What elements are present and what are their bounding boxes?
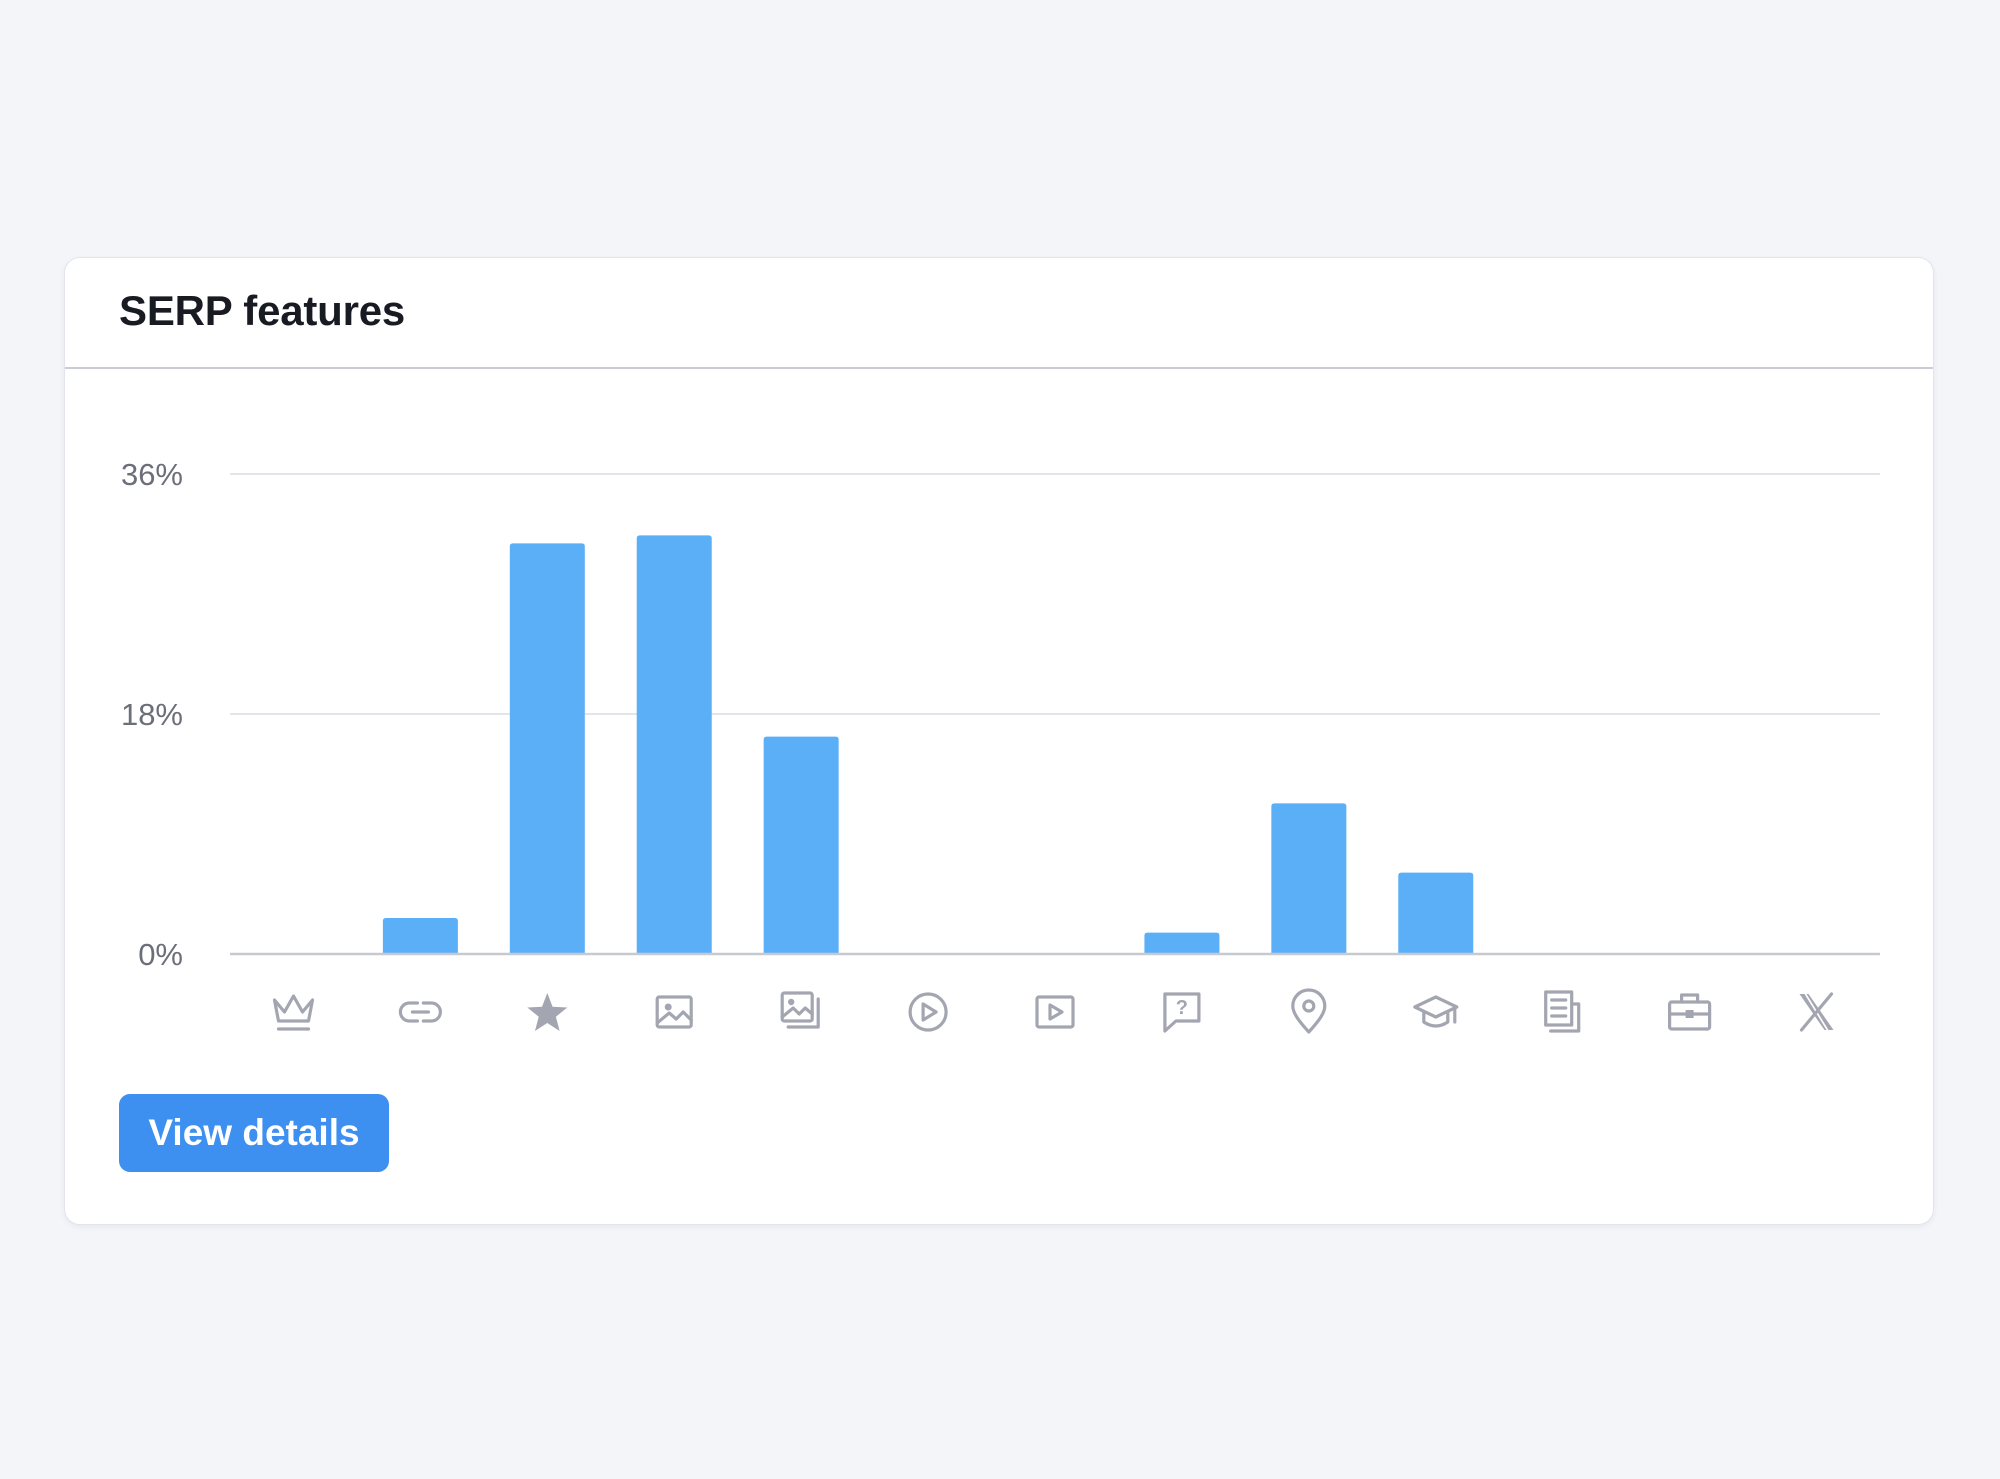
bar-sitelinks[interactable]	[382, 918, 458, 954]
image-icon[interactable]	[655, 995, 693, 1029]
bar-people-also-ask[interactable]	[1144, 932, 1220, 954]
svg-text:?: ?	[1176, 997, 1188, 1019]
video-icon[interactable]	[908, 992, 948, 1032]
people-also-ask-icon[interactable]: ?	[1163, 992, 1201, 1033]
top-stories-icon[interactable]	[1544, 990, 1581, 1033]
knowledge-panel-icon[interactable]	[1413, 995, 1459, 1028]
sitelinks-icon[interactable]	[398, 1001, 442, 1023]
bar-image-pack[interactable]	[763, 736, 839, 954]
category-icons: ?	[272, 988, 1834, 1034]
featured-video-icon[interactable]	[1035, 995, 1075, 1029]
view-details-button[interactable]: View details	[119, 1094, 389, 1172]
bar-image[interactable]	[636, 535, 712, 954]
bar-reviews[interactable]	[509, 543, 585, 954]
y-tick-label: 0%	[138, 937, 183, 972]
grid-lines	[230, 473, 1880, 715]
twitter-x-icon[interactable]	[1799, 992, 1834, 1032]
bar-knowledge-panel[interactable]	[1398, 872, 1474, 954]
bar-local-pack[interactable]	[1271, 803, 1347, 954]
local-pack-icon[interactable]	[1291, 988, 1327, 1034]
bars	[382, 535, 1474, 954]
y-tick-label: 36%	[121, 457, 183, 492]
serp-features-chart: 0% 18% 36% ?	[121, 457, 1880, 1034]
serp-features-card: SERP features 0% 18% 36% ? View details	[64, 257, 1934, 1225]
featured-snippet-icon[interactable]	[272, 994, 315, 1031]
reviews-icon[interactable]	[527, 993, 568, 1031]
image-pack-icon[interactable]	[780, 991, 820, 1029]
y-tick-label: 18%	[121, 697, 183, 732]
jobs-icon[interactable]	[1667, 993, 1712, 1031]
y-tick-labels: 0% 18% 36%	[121, 457, 183, 972]
